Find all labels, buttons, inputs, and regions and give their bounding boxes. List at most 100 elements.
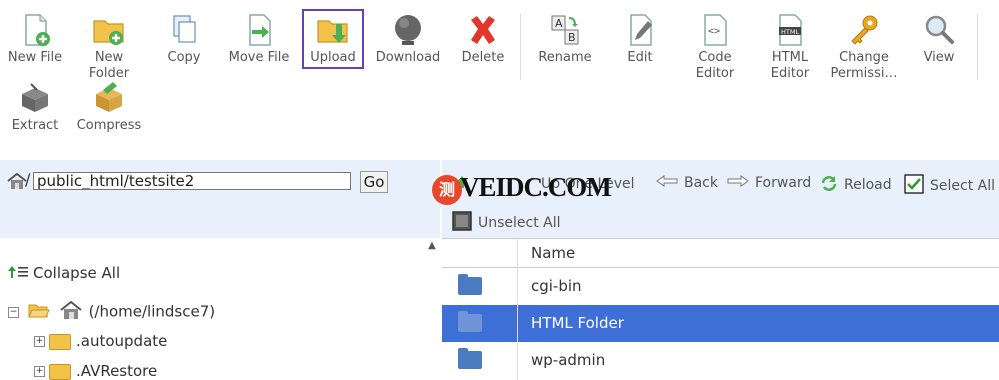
select-all-label: Select All	[930, 178, 995, 194]
unselect-all-label: Unselect All	[478, 215, 561, 231]
code-editor-button[interactable]: <> Code Editor	[680, 12, 750, 82]
reload-button[interactable]: Reload	[820, 175, 892, 195]
download-icon	[390, 12, 426, 48]
folder-icon	[49, 333, 71, 350]
collapse-toggle-icon[interactable]: −	[8, 306, 19, 318]
collapse-all-icon	[7, 265, 29, 283]
checkbox-checked-icon	[904, 174, 924, 198]
reload-label: Reload	[844, 177, 892, 193]
tree-root-label: (/home/lindsce7)	[88, 302, 216, 321]
code-editor-icon: <>	[697, 12, 733, 48]
forward-button[interactable]: Forward	[727, 175, 811, 191]
home-folder-icon	[59, 300, 83, 324]
edit-button[interactable]: Edit	[605, 12, 675, 66]
svg-text:HTML: HTML	[781, 28, 799, 36]
watermark-glyph: 测	[432, 175, 462, 205]
tree-item-label: .autoupdate	[76, 332, 168, 350]
folder-icon	[458, 311, 482, 332]
compress-icon	[91, 80, 127, 116]
scroll-up-arrow-icon[interactable]: ▲	[424, 238, 440, 254]
download-button[interactable]: Download	[373, 12, 443, 66]
change-permissions-label: Change Permissi…	[830, 50, 898, 81]
view-button[interactable]: View	[904, 12, 974, 66]
extract-icon	[17, 80, 53, 116]
back-label: Back	[684, 175, 718, 191]
file-name: wp-admin	[531, 351, 606, 369]
forward-label: Forward	[755, 175, 812, 191]
delete-button[interactable]: Delete	[448, 12, 518, 66]
select-all-button[interactable]: Select All	[904, 174, 995, 198]
new-folder-button[interactable]: New Folder	[74, 12, 144, 82]
rename-icon: A B	[547, 12, 583, 48]
delete-icon	[465, 12, 501, 48]
move-file-button[interactable]: Move File	[224, 12, 294, 66]
rename-label: Rename	[538, 50, 592, 65]
toolbar-separator	[520, 14, 521, 80]
file-name: HTML Folder	[531, 314, 624, 332]
compress-label: Compress	[76, 118, 142, 133]
toolbar-separator	[977, 14, 978, 80]
tree-item[interactable]: + .AVRestore	[34, 362, 157, 380]
new-file-icon	[17, 12, 53, 48]
new-file-button[interactable]: New File	[0, 12, 70, 66]
move-file-label: Move File	[228, 50, 290, 65]
new-file-label: New File	[7, 50, 63, 65]
checkbox-unchecked-icon	[452, 211, 472, 235]
extract-button[interactable]: Extract	[0, 80, 70, 134]
html-editor-button[interactable]: HTML HTML Editor	[755, 12, 825, 82]
folder-icon	[49, 363, 71, 380]
compress-button[interactable]: Compress	[74, 80, 144, 134]
copy-label: Copy	[167, 50, 201, 65]
tree-root-item[interactable]: − (/home/lindsce7)	[8, 300, 215, 324]
copy-icon	[166, 12, 202, 48]
upload-button[interactable]: Upload	[298, 12, 368, 66]
back-button[interactable]: Back	[656, 175, 718, 191]
change-permissions-button[interactable]: Change Permissi…	[826, 12, 902, 82]
toolbar: New File New Folder Copy Move File Uploa…	[0, 0, 999, 160]
unselect-all-button[interactable]: Unselect All	[452, 211, 561, 235]
folder-icon	[458, 348, 482, 369]
upload-icon	[315, 12, 351, 48]
forward-arrow-icon	[727, 175, 749, 191]
change-permissions-icon	[846, 12, 882, 48]
expand-toggle-icon[interactable]: +	[34, 366, 45, 377]
html-editor-icon: HTML	[772, 12, 808, 48]
new-folder-label: New Folder	[88, 50, 130, 81]
column-divider	[517, 238, 518, 380]
code-editor-label: Code Editor	[695, 50, 735, 81]
watermark-text: VEIDC.COM	[460, 172, 612, 202]
edit-icon	[622, 12, 658, 48]
tree-item-label: .AVRestore	[76, 362, 158, 380]
go-button[interactable]: Go	[360, 171, 388, 193]
view-icon	[921, 12, 957, 48]
back-arrow-icon	[656, 175, 678, 191]
svg-text:B: B	[568, 31, 576, 44]
svg-text:A: A	[555, 17, 563, 30]
copy-button[interactable]: Copy	[149, 12, 219, 66]
collapse-all-button[interactable]: Collapse All	[7, 264, 120, 283]
edit-label: Edit	[627, 50, 653, 65]
reload-icon	[820, 175, 838, 195]
download-label: Download	[375, 50, 441, 65]
file-list-header: Name	[442, 238, 999, 268]
new-folder-icon	[91, 12, 127, 48]
delete-label: Delete	[461, 50, 505, 65]
path-slash: /	[25, 170, 31, 189]
rename-button[interactable]: A B Rename	[530, 12, 600, 66]
column-header-name[interactable]: Name	[531, 244, 575, 262]
tree-item[interactable]: + .autoupdate	[34, 332, 167, 350]
collapse-all-label: Collapse All	[33, 264, 121, 282]
file-name: cgi-bin	[531, 277, 582, 295]
file-row[interactable]: cgi-bin	[442, 268, 999, 305]
folder-icon	[458, 274, 482, 295]
extract-label: Extract	[11, 118, 59, 133]
html-editor-label: HTML Editor	[770, 50, 810, 81]
view-label: View	[923, 50, 955, 65]
svg-text:<>: <>	[708, 26, 720, 37]
file-row-selected[interactable]: HTML Folder	[442, 305, 999, 342]
path-input[interactable]	[33, 172, 351, 190]
expand-toggle-icon[interactable]: +	[34, 336, 45, 347]
open-folder-icon	[28, 302, 50, 322]
upload-label: Upload	[310, 50, 356, 65]
file-row[interactable]: wp-admin	[442, 342, 999, 379]
